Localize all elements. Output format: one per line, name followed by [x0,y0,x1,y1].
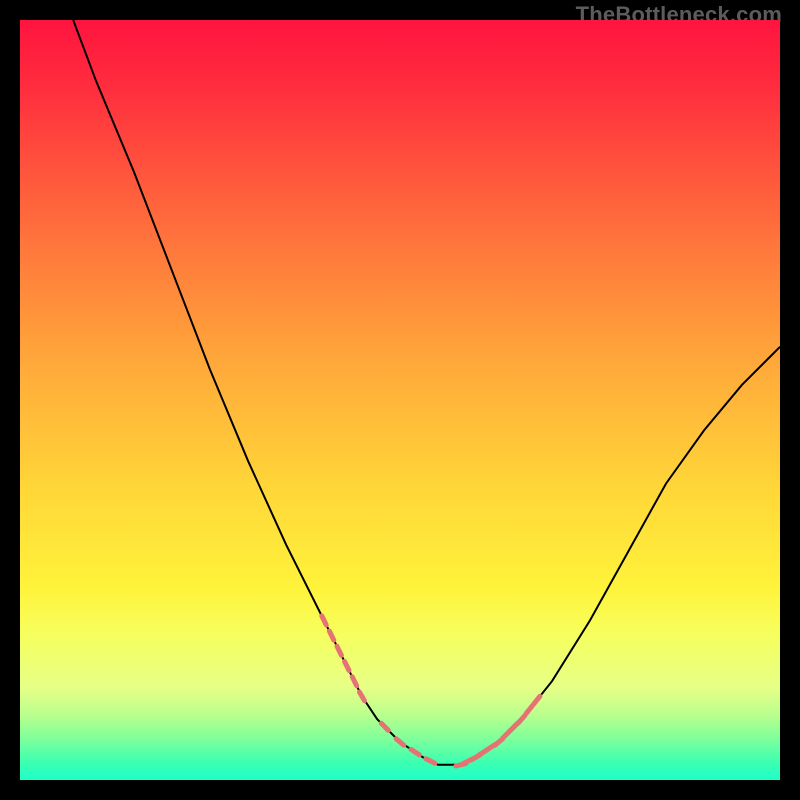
plot-area [20,20,780,780]
bg-gradient-top [20,20,780,688]
chart-svg [20,20,780,780]
chart-container: TheBottleneck.com [0,0,800,800]
bg-gradient-bottom [20,688,780,780]
